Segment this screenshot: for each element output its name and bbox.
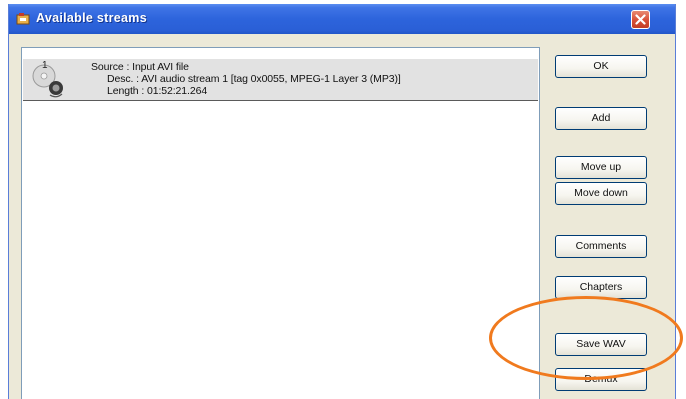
demux-button[interactable]: Demux xyxy=(555,368,647,391)
comments-button[interactable]: Comments xyxy=(555,235,647,258)
move-up-button[interactable]: Move up xyxy=(555,156,647,179)
audio-stream-icon xyxy=(32,64,63,98)
stream-index: 1 xyxy=(42,60,48,71)
ok-button[interactable]: OK xyxy=(555,55,647,78)
app-icon xyxy=(16,13,30,25)
close-icon xyxy=(635,14,646,25)
chapters-button[interactable]: Chapters xyxy=(555,276,647,299)
streams-list[interactable]: 1 Source : Input AVI file Desc. : AVI au… xyxy=(21,47,540,399)
title-bar[interactable]: Available streams xyxy=(9,4,675,34)
move-down-button[interactable]: Move down xyxy=(555,182,647,205)
add-button[interactable]: Add xyxy=(555,107,647,130)
stream-row[interactable]: 1 Source : Input AVI file Desc. : AVI au… xyxy=(23,59,538,101)
available-streams-window: Available streams 1 Source : Input AVI f… xyxy=(8,4,676,399)
window-title: Available streams xyxy=(36,11,147,25)
stream-length: Length : 01:52:21.264 xyxy=(107,85,208,97)
stream-source: Source : Input AVI file xyxy=(91,61,189,73)
save-wav-button[interactable]: Save WAV xyxy=(555,333,647,356)
stream-description: Desc. : AVI audio stream 1 [tag 0x0055, … xyxy=(107,73,401,85)
close-button[interactable] xyxy=(631,10,650,29)
